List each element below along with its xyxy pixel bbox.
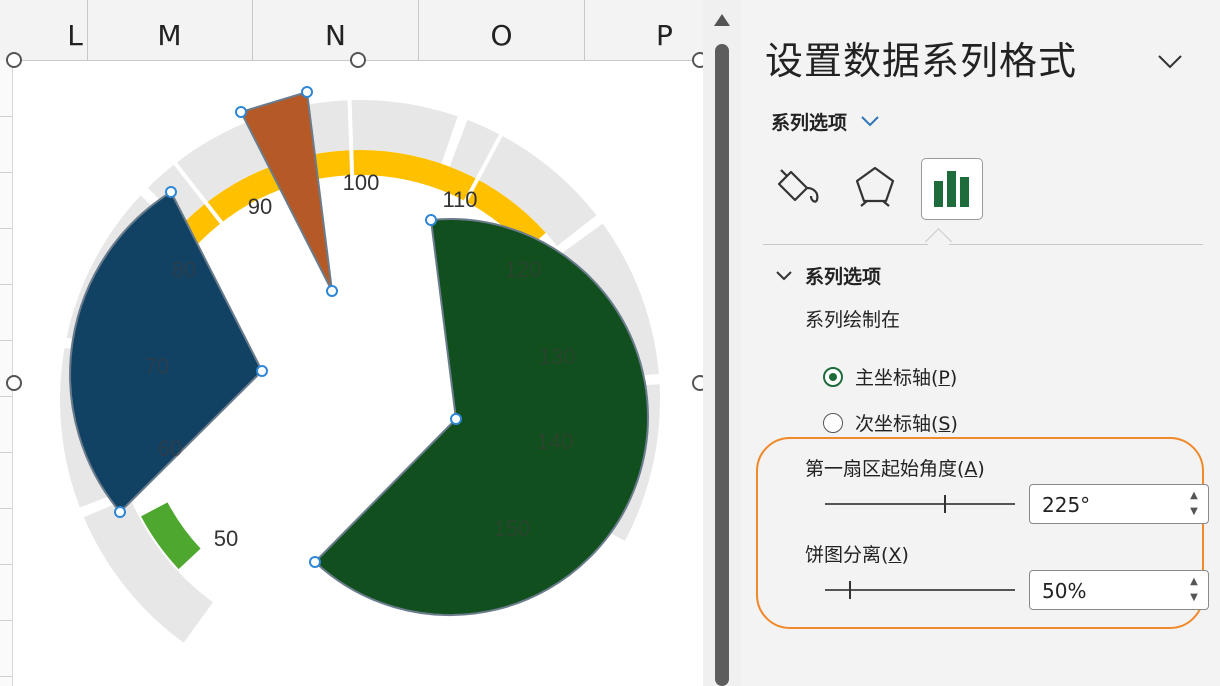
slider-thumb[interactable] [848,581,851,599]
spin-up-icon[interactable]: ▲ [1188,490,1200,502]
selection-handle[interactable] [235,106,247,118]
pie-explosion-value: 50% [1042,579,1087,603]
primary-axis-label: 主坐标轴(P) [855,367,958,389]
secondary-axis-label: 次坐标轴(S) [855,413,958,435]
row-gridline [0,228,12,229]
gauge-pie-chart[interactable]: 50 60 70 80 90 100 110 120 130 140 150 [0,0,703,686]
spin-down-icon[interactable]: ▼ [1188,506,1200,518]
scale-label: 140 [537,429,574,454]
chevron-down-icon[interactable] [1153,44,1187,78]
series-options-dropdown[interactable]: 系列选项 [771,106,881,136]
spin-down-icon[interactable]: ▼ [1188,592,1200,604]
pie-explosion-label: 饼图分离(X) [805,544,909,566]
scrollbar-thumb[interactable] [715,44,729,686]
pane-title: 设置数据系列格式 [765,39,1078,83]
slider-track [825,503,1015,505]
selection-handle[interactable] [309,556,321,568]
row-gridline [0,620,12,621]
first-slice-angle-input[interactable]: 225° ▲ ▼ [1029,484,1209,524]
chart-area-handle[interactable] [692,375,703,391]
scale-label: 80 [172,257,196,282]
radio-unselected[interactable] [823,412,843,433]
selection-handle[interactable] [425,214,437,226]
chevron-down-icon [776,270,792,280]
section-title: 系列选项 [805,266,882,288]
tab-series-options[interactable] [921,158,983,220]
chart-area-handle[interactable] [6,52,22,68]
format-data-series-pane: 设置数据系列格式 系列选项 系列选项 系列绘制在 主坐标轴(P) 次坐标轴(S)… [741,0,1220,686]
radio-selected[interactable] [823,366,843,387]
scale-label: 70 [145,354,169,379]
vertical-scrollbar[interactable] [703,0,741,686]
worksheet-area[interactable]: L M N O P 50 60 70 80 90 100 110 120 130 140 150 [0,0,703,686]
scroll-up-arrow-icon[interactable] [714,14,730,26]
pane-divider [763,244,1203,245]
secondary-axis-radio[interactable]: 次坐标轴(S) [823,409,958,436]
selection-handle[interactable] [301,86,313,98]
row-gridline [0,396,12,397]
bar-chart-icon [934,171,969,207]
plot-series-on-label: 系列绘制在 [805,309,901,331]
row-gridline [0,564,12,565]
selection-handle[interactable] [326,285,338,297]
section-series-options[interactable]: 系列选项 [775,262,881,289]
selection-handle[interactable] [165,186,177,198]
chevron-down-icon [861,116,879,127]
row-gridline [0,116,12,117]
tab-pointer [925,228,952,255]
first-slice-angle-slider[interactable] [825,494,1015,514]
scale-label: 90 [248,194,272,219]
scale-label: 100 [343,170,380,195]
scale-label: 150 [494,516,531,541]
series-options-dropdown-label: 系列选项 [771,111,848,134]
row-gridline [0,508,12,509]
selection-handle[interactable] [450,413,462,425]
scale-label: 130 [539,344,576,369]
effects-pentagon-icon[interactable] [845,158,905,218]
row-gridline [0,452,12,453]
pie-slice-navy[interactable] [69,190,264,514]
scale-label: 110 [442,187,477,212]
chart-area-handle[interactable] [692,52,703,68]
row-gridline [0,172,12,173]
selection-handle[interactable] [256,365,268,377]
pie-explosion-slider[interactable] [825,580,1015,600]
fill-line-icon[interactable] [769,158,829,218]
primary-axis-radio[interactable]: 主坐标轴(P) [823,363,957,390]
chart-area-handle[interactable] [6,375,22,391]
scale-label: 50 [214,526,238,551]
slider-thumb[interactable] [943,495,946,513]
row-gridline [0,284,12,285]
spin-up-icon[interactable]: ▲ [1188,576,1200,588]
first-slice-angle-value: 225° [1042,493,1091,517]
row-gridline [0,340,12,341]
slider-track [825,589,1015,591]
row-gridline [0,676,12,677]
scale-label: 60 [158,436,182,461]
scale-label: 120 [505,257,542,282]
pie-explosion-input[interactable]: 50% ▲ ▼ [1029,570,1209,610]
first-slice-angle-label: 第一扇区起始角度(A) [805,458,985,480]
chart-area-handle[interactable] [350,52,366,68]
selection-handle[interactable] [114,506,126,518]
